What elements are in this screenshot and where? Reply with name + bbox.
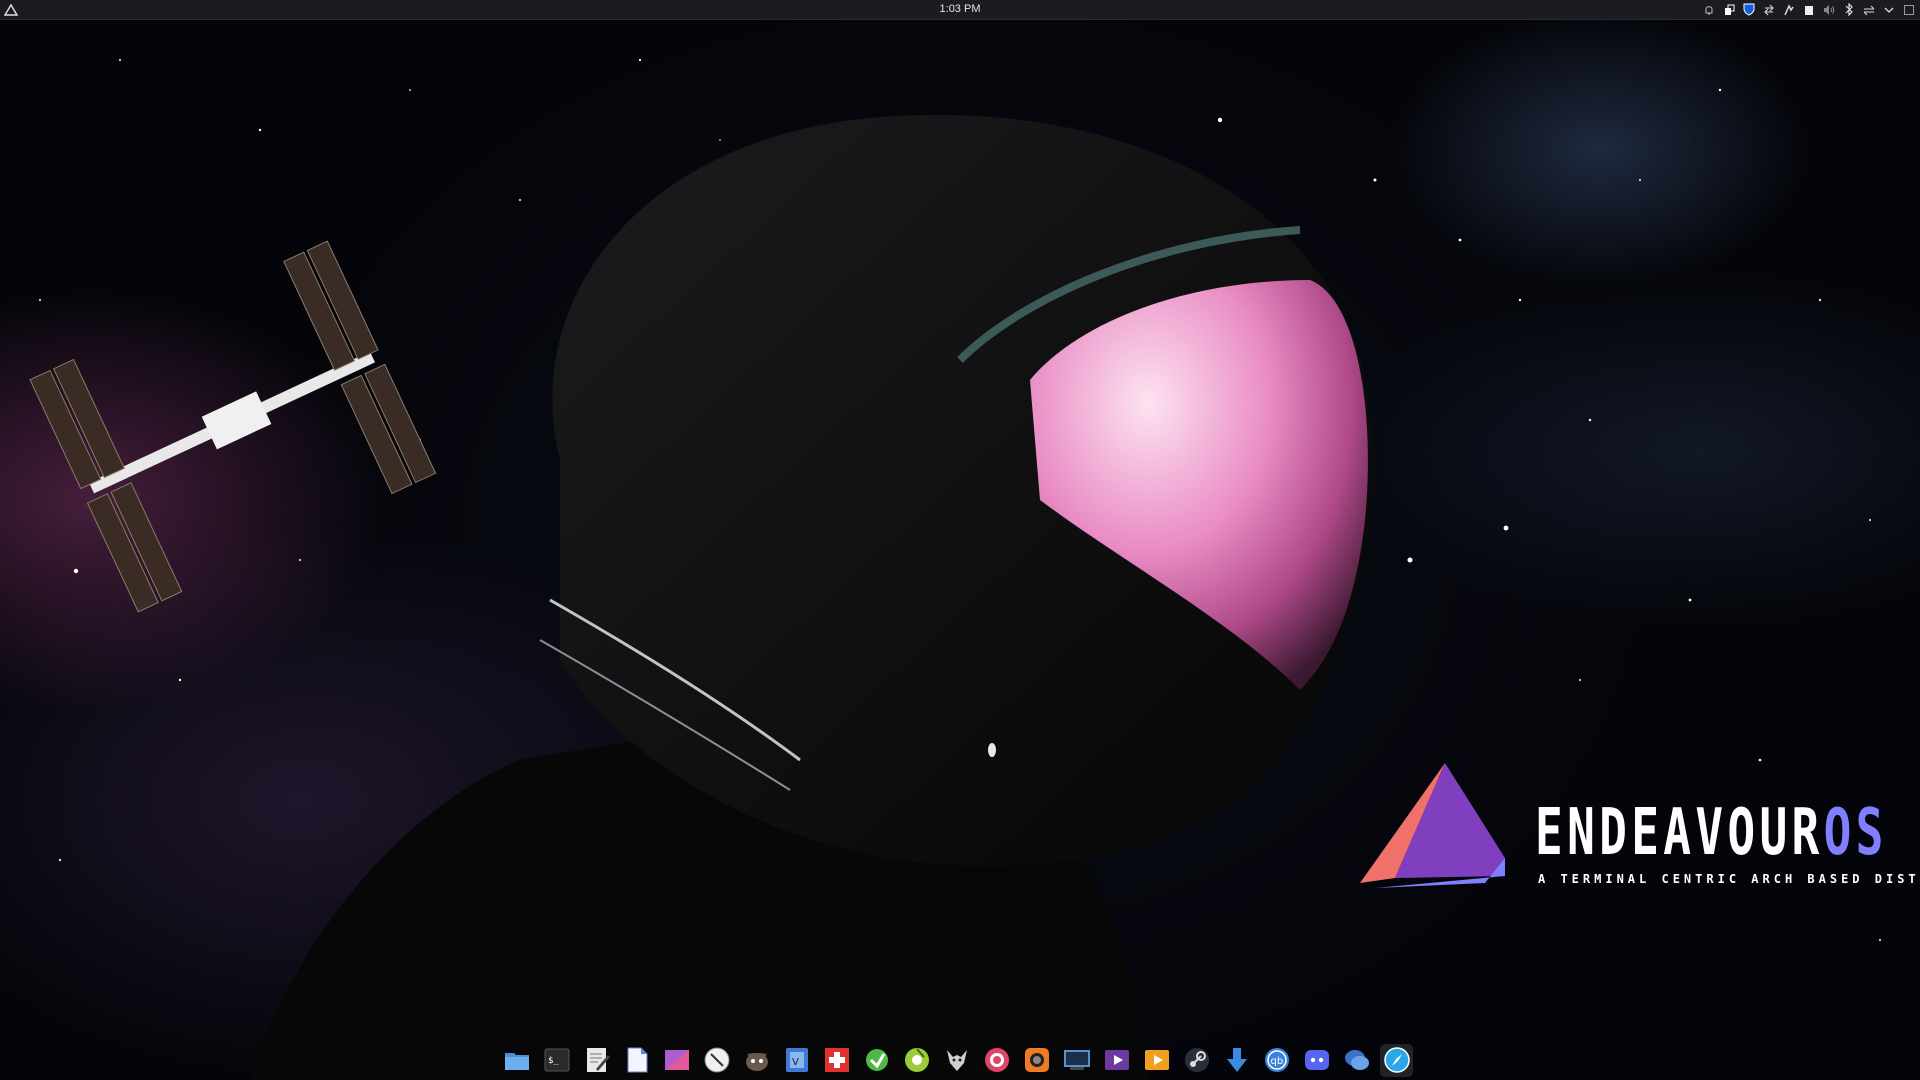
device-storage-icon[interactable] bbox=[1802, 3, 1816, 17]
svg-text:qb: qb bbox=[1270, 1056, 1283, 1067]
music-player-icon[interactable] bbox=[900, 1044, 933, 1077]
browser-compass-icon[interactable] bbox=[1380, 1043, 1413, 1077]
endeavouros-triangle-icon bbox=[1360, 763, 1505, 888]
steam-icon[interactable] bbox=[1180, 1044, 1213, 1077]
bitwarden-shield-icon[interactable] bbox=[1742, 3, 1756, 17]
document-viewer-icon[interactable] bbox=[620, 1044, 653, 1077]
endeavouros-launcher-icon[interactable] bbox=[2, 1, 19, 18]
top-panel: 1:03 PM bbox=[0, 0, 1920, 20]
expand-tray-chevron-icon[interactable] bbox=[1882, 3, 1896, 17]
kde-connect-icon[interactable] bbox=[1782, 3, 1796, 17]
endeavouros-tagline: A TERMINAL CENTRIC ARCH BASED DISTRO bbox=[1538, 872, 1920, 886]
wallpaper bbox=[29, 58, 1881, 1080]
clock[interactable]: 1:03 PM bbox=[910, 2, 1010, 17]
endeavouros-logo: ENDEAVOUROS A TERMINAL CENTRIC ARCH BASE… bbox=[1355, 758, 1920, 898]
compass-clock-icon[interactable] bbox=[700, 1044, 733, 1077]
notification-bell-icon[interactable] bbox=[1702, 3, 1716, 17]
recorder-icon[interactable] bbox=[980, 1044, 1013, 1077]
first-aid-icon[interactable] bbox=[820, 1044, 853, 1077]
image-editor-icon[interactable] bbox=[660, 1044, 693, 1077]
network-icon[interactable] bbox=[1862, 3, 1876, 17]
space-station bbox=[29, 240, 437, 613]
network-transfer-icon[interactable] bbox=[1762, 3, 1776, 17]
camera-icon[interactable] bbox=[1020, 1044, 1053, 1077]
svg-text:V: V bbox=[792, 1057, 799, 1068]
wolf-game-icon[interactable] bbox=[940, 1044, 973, 1077]
endeavouros-wordmark: ENDEAVOUROS bbox=[1535, 796, 1888, 870]
discord-icon[interactable] bbox=[1300, 1044, 1333, 1077]
system-tray bbox=[1702, 1, 1916, 18]
astronaut-helmet bbox=[539, 114, 1373, 867]
downloader-arrow-icon[interactable] bbox=[1220, 1044, 1253, 1077]
video-player-icon[interactable] bbox=[1100, 1044, 1133, 1077]
desktop[interactable]: ENDEAVOUROS A TERMINAL CENTRIC ARCH BASE… bbox=[0, 0, 1920, 1080]
svg-text:$_: $_ bbox=[548, 1056, 559, 1066]
volume-icon[interactable] bbox=[1822, 3, 1836, 17]
clipboard-icon[interactable] bbox=[1722, 3, 1736, 17]
media-player-icon[interactable] bbox=[1140, 1044, 1173, 1077]
download-manager-icon[interactable] bbox=[860, 1044, 893, 1077]
chat-bubbles-icon[interactable] bbox=[1340, 1044, 1373, 1077]
bluetooth-icon[interactable] bbox=[1842, 3, 1856, 17]
dock: $_ V qb bbox=[500, 1041, 1413, 1079]
text-editor-icon[interactable] bbox=[580, 1044, 613, 1077]
show-desktop-icon[interactable] bbox=[1902, 3, 1916, 17]
terminal-icon[interactable]: $_ bbox=[540, 1044, 573, 1077]
gimp-icon[interactable] bbox=[740, 1044, 773, 1077]
file-manager-icon[interactable] bbox=[500, 1044, 533, 1077]
system-monitor-icon[interactable] bbox=[1060, 1044, 1093, 1077]
qbittorrent-icon[interactable]: qb bbox=[1260, 1044, 1293, 1077]
virtualbox-icon[interactable]: V bbox=[780, 1044, 813, 1077]
